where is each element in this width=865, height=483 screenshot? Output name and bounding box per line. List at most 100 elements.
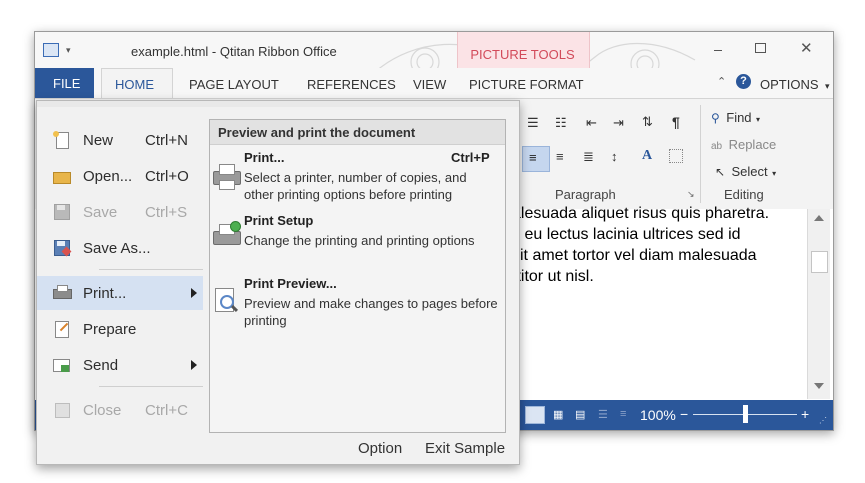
- full-screen-view-icon[interactable]: ▦: [553, 408, 563, 421]
- menu-item-prepare[interactable]: Prepare: [37, 312, 203, 346]
- menu-item-label: Print...: [83, 285, 127, 302]
- save-as-icon: [53, 239, 72, 257]
- submenu-item-description: Change the printing and printing options: [244, 233, 475, 248]
- paragraph-group-label: Paragraph: [555, 187, 616, 202]
- chevron-down-icon: ▾: [824, 81, 830, 91]
- menu-item-label: Open...: [83, 168, 133, 185]
- submenu-item-title: Print Preview...: [244, 276, 337, 291]
- options-label: OPTIONS: [760, 77, 819, 92]
- zoom-level: 100%: [640, 407, 676, 423]
- submenu-item-print-preview[interactable]: Print Preview... Preview and make change…: [210, 276, 505, 330]
- menu-item-save-as[interactable]: Save As...: [37, 231, 203, 265]
- menu-item-close[interactable]: Close Ctrl+C: [37, 393, 203, 427]
- chevron-down-icon: ▾: [772, 169, 777, 178]
- exit-sample-button[interactable]: Exit Sample: [425, 440, 505, 457]
- description-line: other printing options before printing: [244, 187, 453, 202]
- print-layout-view-button[interactable]: [525, 406, 545, 424]
- file-menu: New Ctrl+N Open... Ctrl+O Save Ctrl+S Sa…: [36, 100, 520, 465]
- tab-references[interactable]: REFERENCES: [307, 77, 396, 92]
- scroll-up-arrow-icon[interactable]: [814, 215, 824, 221]
- tab-file[interactable]: FILE: [35, 68, 94, 98]
- tab-view[interactable]: VIEW: [413, 77, 446, 92]
- vertical-scrollbar[interactable]: [807, 209, 830, 399]
- context-group-title: PICTURE TOOLS: [470, 47, 575, 62]
- menu-item-label: Prepare: [83, 321, 137, 338]
- options-button[interactable]: OPTIONS ▾: [760, 76, 830, 94]
- menu-item-send[interactable]: Send: [37, 348, 203, 382]
- file-menu-top-strip: [37, 101, 519, 107]
- menu-item-print[interactable]: Print...: [37, 276, 203, 310]
- document-line: sit amet tortor vel diam malesuada: [512, 247, 757, 264]
- help-icon[interactable]: ?: [736, 74, 751, 89]
- option-button[interactable]: Option: [358, 440, 402, 457]
- chevron-down-icon: ▾: [756, 115, 761, 124]
- dialog-launcher-icon[interactable]: ↘: [687, 189, 695, 200]
- zoom-slider-thumb[interactable]: [743, 405, 748, 423]
- menu-item-shortcut: Ctrl+N: [145, 132, 188, 149]
- submenu-item-shortcut: Ctrl+P: [451, 150, 490, 165]
- tab-page-layout[interactable]: PAGE LAYOUT: [189, 77, 279, 92]
- outline-view-icon[interactable]: ☰: [598, 408, 608, 421]
- close-button[interactable]: ✕: [800, 39, 813, 57]
- folder-open-icon: [53, 167, 71, 185]
- submenu-header: Preview and print the document: [210, 120, 505, 145]
- minimize-button[interactable]: [711, 42, 725, 56]
- zoom-in-button[interactable]: +: [801, 406, 809, 422]
- bullets-icon[interactable]: ☰: [527, 115, 539, 131]
- borders-icon[interactable]: [669, 149, 683, 163]
- sort-icon[interactable]: ⇅: [642, 114, 653, 130]
- document-line: ttitor ut nisl.: [512, 268, 594, 285]
- group-separator: [700, 105, 701, 203]
- submenu-arrow-icon: [191, 360, 197, 370]
- select-button[interactable]: ↖ Select ▾: [715, 163, 776, 181]
- menu-item-shortcut: Ctrl+C: [145, 402, 188, 419]
- menu-item-open[interactable]: Open... Ctrl+O: [37, 159, 203, 193]
- menu-item-label: Save: [83, 204, 118, 221]
- quick-access-dropdown-icon[interactable]: ▾: [66, 45, 71, 56]
- decrease-indent-icon[interactable]: ⇤: [586, 115, 597, 131]
- menu-item-new[interactable]: New Ctrl+N: [37, 123, 203, 157]
- app-icon[interactable]: [43, 43, 59, 57]
- zoom-out-button[interactable]: −: [680, 406, 688, 422]
- description-line: Select a printer, number of copies, and: [244, 170, 467, 185]
- align-right-icon[interactable]: ≡: [556, 149, 564, 164]
- description-line: printing: [244, 313, 287, 328]
- submenu-header-label: Preview and print the document: [218, 125, 416, 140]
- submenu-item-title: Print Setup: [244, 213, 314, 228]
- tab-picture-format[interactable]: PICTURE FORMAT: [469, 77, 584, 92]
- menu-divider: [99, 386, 203, 387]
- find-label: Find: [726, 110, 752, 125]
- replace-button[interactable]: ab Replace: [711, 136, 776, 154]
- submenu-item-title: Print...: [244, 150, 285, 165]
- justify-icon[interactable]: ≣: [583, 149, 594, 165]
- title-bar: ▾ example.html - Qtitan Ribbon Office PI…: [35, 32, 833, 98]
- find-button[interactable]: ⚲ Find ▾: [711, 109, 760, 127]
- resize-grip-icon[interactable]: ⋰: [819, 416, 827, 425]
- numbering-icon[interactable]: ☷: [555, 115, 567, 131]
- draft-view-icon[interactable]: ≡: [620, 408, 626, 420]
- menu-item-save[interactable]: Save Ctrl+S: [37, 195, 203, 229]
- editing-group-label: Editing: [724, 187, 764, 202]
- submenu-item-description: Preview and make changes to pages before…: [244, 295, 498, 329]
- document-text[interactable]: alesuada aliquet risus quis pharetra. s …: [512, 203, 769, 287]
- save-disk-icon: [53, 203, 71, 221]
- collapse-ribbon-icon[interactable]: ⌃: [717, 75, 726, 88]
- replace-label: Replace: [728, 137, 777, 152]
- pilcrow-icon[interactable]: ¶: [672, 114, 680, 130]
- prepare-icon: [53, 320, 71, 338]
- maximize-button[interactable]: [755, 43, 766, 53]
- printer-setup-icon: [213, 221, 241, 249]
- submenu-item-print-setup[interactable]: Print Setup Change the printing and prin…: [210, 213, 505, 257]
- increase-indent-icon[interactable]: ⇥: [613, 115, 624, 131]
- submenu-item-print[interactable]: Print... Ctrl+P Select a printer, number…: [210, 150, 505, 204]
- web-layout-view-icon[interactable]: ▤: [575, 408, 585, 421]
- menu-item-shortcut: Ctrl+O: [145, 168, 189, 185]
- scrollbar-thumb[interactable]: [811, 251, 828, 273]
- line-spacing-icon[interactable]: ↕: [611, 149, 618, 164]
- align-center-button[interactable]: ≡: [522, 146, 550, 172]
- shading-icon[interactable]: A: [642, 148, 652, 164]
- tab-home[interactable]: HOME: [101, 68, 173, 99]
- menu-item-label: New: [83, 132, 114, 149]
- scroll-down-arrow-icon[interactable]: [814, 383, 824, 389]
- tab-file-label: FILE: [53, 76, 81, 91]
